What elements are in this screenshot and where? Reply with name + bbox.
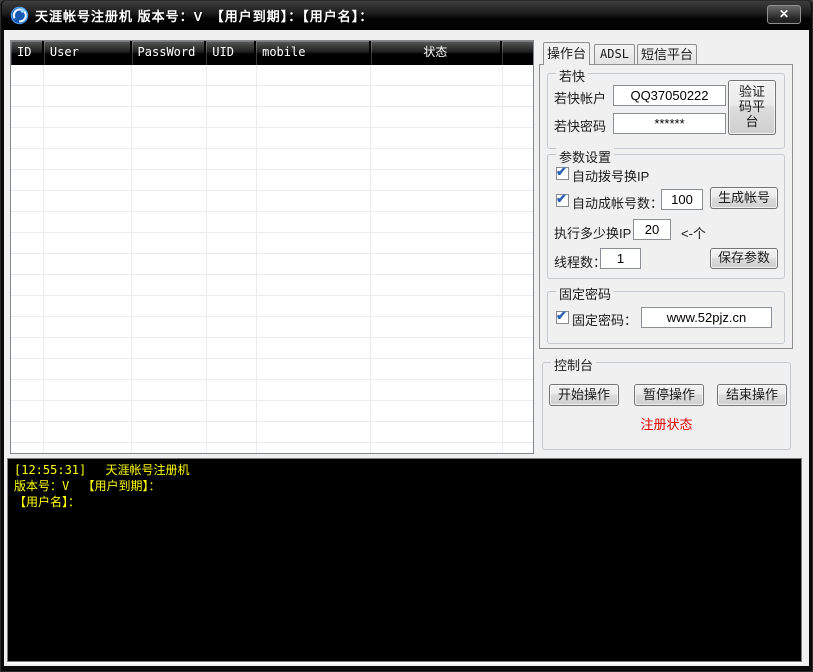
tab-sms-platform[interactable]: 短信平台 xyxy=(637,44,697,64)
fixed-password-input[interactable] xyxy=(641,307,772,328)
app-window: 天涯帐号注册机 版本号：V 【用户到期】：【用户名】： ✕ ID User Pa… xyxy=(0,0,813,672)
ruokuai-group-label: 若快 xyxy=(556,66,588,85)
pause-operation-button[interactable]: 暂停操作 xyxy=(634,384,704,406)
table-column-status xyxy=(371,65,503,453)
ruokuai-password-input[interactable] xyxy=(613,113,726,134)
fixed-password-group-label: 固定密码 xyxy=(556,284,614,303)
params-group: 参数设置 ✔ 自动拨号换IP ✔ 自动成帐号数： 生成帐号 执行多少换IP <-… xyxy=(547,154,785,279)
column-header-password[interactable]: PassWord xyxy=(132,41,207,65)
table-header-row: ID User PassWord UID mobile 状态 xyxy=(11,41,533,65)
fixed-password-group: 固定密码 ✔ 固定密码： xyxy=(547,291,785,344)
ip-change-label: 执行多少换IP xyxy=(554,223,631,242)
stop-operation-button[interactable]: 结束操作 xyxy=(717,384,787,406)
table-column-user xyxy=(44,65,132,453)
tab-operation[interactable]: 操作台 xyxy=(543,42,590,65)
column-header-extra[interactable] xyxy=(502,41,533,65)
tab-adsl[interactable]: ADSL xyxy=(594,44,635,64)
captcha-platform-button[interactable]: 验证码平台 xyxy=(728,80,776,135)
log-line: [12:55:31] 天涯帐号注册机 xyxy=(14,462,795,478)
table-column-id xyxy=(11,65,44,453)
ruokuai-group: 若快 若快帐户 若快密码 验证码平台 xyxy=(547,73,785,149)
title-bar[interactable]: 天涯帐号注册机 版本号：V 【用户到期】：【用户名】： ✕ xyxy=(2,1,811,30)
start-operation-button[interactable]: 开始操作 xyxy=(549,384,619,406)
log-line: 版本号：V 【用户到期】： xyxy=(14,478,795,494)
ip-change-count-input[interactable] xyxy=(633,219,671,240)
column-header-status[interactable]: 状态 xyxy=(371,41,502,65)
fixed-password-checkbox[interactable]: ✔ xyxy=(556,311,569,324)
window-title: 天涯帐号注册机 版本号：V 【用户到期】：【用户名】： xyxy=(35,6,373,25)
check-icon: ✔ xyxy=(556,164,567,180)
fixed-password-label: 固定密码： xyxy=(572,310,637,329)
column-header-id[interactable]: ID xyxy=(11,41,44,65)
auto-dial-label: 自动拨号换IP xyxy=(572,166,649,185)
auto-account-count-input[interactable] xyxy=(661,189,703,210)
thread-count-label: 线程数： xyxy=(554,252,606,271)
table-column-mobile xyxy=(257,65,372,453)
log-line: 【用户名】： xyxy=(14,494,795,510)
app-logo-icon xyxy=(10,6,29,25)
thread-count-input[interactable] xyxy=(600,248,641,269)
close-button[interactable]: ✕ xyxy=(767,5,801,24)
auto-account-label: 自动成帐号数： xyxy=(572,193,663,212)
auto-dial-checkbox[interactable]: ✔ xyxy=(556,167,569,180)
column-header-uid[interactable]: UID xyxy=(206,41,256,65)
console-group-label: 控制台 xyxy=(551,355,596,374)
save-params-button[interactable]: 保存参数 xyxy=(710,248,778,269)
ruokuai-password-label: 若快密码 xyxy=(554,116,606,135)
ruokuai-account-label: 若快帐户 xyxy=(554,88,606,107)
auto-account-checkbox[interactable]: ✔ xyxy=(556,194,569,207)
check-icon: ✔ xyxy=(556,308,567,324)
client-area: ID User PassWord UID mobile 状态 操作台 ADSL … xyxy=(4,30,809,666)
table-column-extra xyxy=(503,65,533,453)
account-table: ID User PassWord UID mobile 状态 xyxy=(10,40,534,454)
console-group: 控制台 开始操作 暂停操作 结束操作 注册状态 xyxy=(542,362,791,450)
tab-page-operation: 若快 若快帐户 若快密码 验证码平台 参数设置 ✔ 自动拨号换IP ✔ 自动成帐… xyxy=(539,64,793,349)
table-column-uid xyxy=(207,65,257,453)
close-icon: ✕ xyxy=(779,7,789,21)
column-header-mobile[interactable]: mobile xyxy=(256,41,371,65)
generate-accounts-button[interactable]: 生成帐号 xyxy=(710,187,778,209)
log-console[interactable]: [12:55:31] 天涯帐号注册机 版本号：V 【用户到期】： 【用户名】： xyxy=(7,458,802,662)
column-header-user[interactable]: User xyxy=(44,41,132,65)
ruokuai-account-input[interactable] xyxy=(613,85,726,106)
ip-change-suffix: <-个 xyxy=(681,223,706,242)
check-icon: ✔ xyxy=(556,191,567,207)
table-body[interactable] xyxy=(11,65,533,453)
table-column-password xyxy=(132,65,207,453)
registration-status-text: 注册状态 xyxy=(543,414,790,433)
